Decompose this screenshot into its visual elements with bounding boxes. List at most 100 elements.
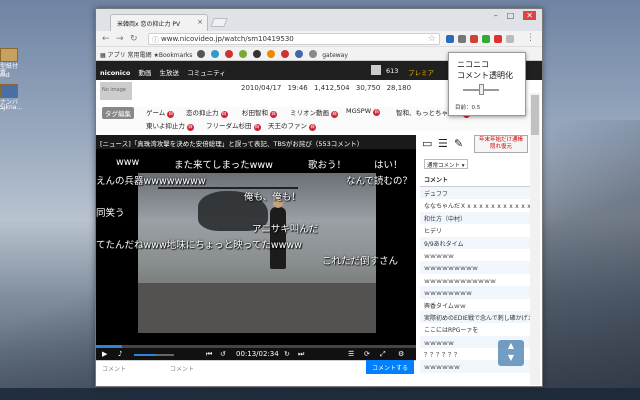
comment-row[interactable]: ななちゃんだＸｘｘｘｘｘｘｘｘｘｘｘｘ (420, 199, 530, 211)
play-icon[interactable]: ▶ (102, 350, 107, 358)
submit-comment-button[interactable]: コメントする (366, 360, 414, 374)
tag-item[interactable]: フリーダム杉田百 (206, 120, 261, 131)
back-icon[interactable]: ← (102, 34, 110, 44)
video-player[interactable]: [ニュース]「真珠湾攻撃を決めた安倍総理」と誤って表記、TBSがお詫び（553コ… (96, 135, 416, 362)
tag-item[interactable]: 天王のファン百 (268, 120, 316, 131)
close-tab-icon[interactable]: × (197, 18, 203, 26)
bookmark-item[interactable]: Bookmarks (159, 52, 193, 59)
comment-row[interactable]: 和仕方（中村） (420, 211, 530, 225)
popup-title: ニコニコ コメント透明化 (457, 59, 513, 81)
bookmark-item[interactable]: gateway (322, 52, 348, 59)
comment-type-select[interactable]: 通常コメント ▾ (424, 159, 468, 169)
bookmark-icon[interactable] (253, 50, 262, 58)
bookmark-icon[interactable] (197, 50, 206, 58)
new-tab-button[interactable] (210, 18, 228, 27)
tag-item[interactable]: 恋の抑止力百 (186, 107, 228, 118)
scroll-up-icon[interactable]: ▲ (498, 340, 524, 352)
dictionary-icon[interactable]: 百 (309, 124, 316, 131)
apps-icon[interactable]: ▦ (100, 52, 106, 59)
comment-row[interactable]: デュフフ (420, 187, 530, 200)
bookmark-icon[interactable] (225, 50, 234, 58)
maximize-icon[interactable]: □ (507, 11, 524, 20)
desktop-icon[interactable]: md (0, 72, 22, 79)
bookmark-item[interactable]: 常用電網 (128, 52, 152, 59)
scrollbar-thumb[interactable] (531, 95, 539, 135)
tag-item[interactable]: ゲーム百 (146, 107, 175, 118)
browser-tab[interactable]: 米韓両x 恋の抑止力 PV × (110, 14, 208, 31)
scroll-down-icon[interactable]: ▼ (498, 352, 524, 364)
minimize-icon[interactable]: – (494, 11, 507, 20)
volume-slider[interactable] (134, 354, 174, 356)
tag-item[interactable]: 杉田智和百 (242, 107, 277, 118)
close-window-icon[interactable]: ✕ (523, 11, 536, 20)
skip-icon[interactable]: ⏭ (298, 350, 304, 359)
comment-row[interactable]: ここにはRPGーァを (420, 323, 530, 335)
dictionary-icon[interactable]: 百 (270, 111, 277, 118)
repeat-icon[interactable]: ⟳ (364, 350, 370, 358)
bookmark-icon[interactable] (309, 50, 318, 58)
wrench-icon[interactable]: ✎ (454, 137, 463, 150)
nav-live[interactable]: 生放送 (160, 69, 180, 77)
desktop-icon[interactable]: Sjkna... (0, 104, 22, 111)
niconico-logo[interactable]: niconico (100, 69, 130, 77)
bookmark-icon[interactable] (211, 50, 220, 58)
bookmark-icon[interactable] (267, 50, 276, 58)
video-scene-ground (138, 283, 376, 333)
comment-toggle-icon[interactable]: ☰ (348, 350, 354, 358)
tag-item[interactable]: 東いよ抑止力百 (146, 120, 194, 131)
comment-row[interactable]: 興香タイムｗｗ (420, 299, 530, 311)
forward-icon[interactable]: → (116, 34, 124, 44)
premium-link[interactable]: プレミア (408, 67, 434, 77)
comment-command-field[interactable]: コメント (102, 364, 126, 373)
comment-input[interactable]: コメント (170, 364, 194, 373)
reload-icon[interactable]: ↻ (130, 34, 138, 44)
slider-knob[interactable] (478, 84, 484, 95)
dictionary-icon[interactable]: 百 (373, 109, 381, 116)
comment-row[interactable]: 9/9あれタイム (420, 236, 530, 249)
opacity-slider[interactable] (463, 83, 499, 97)
comment-row[interactable]: ｗｗｗｗｗｗｗｗｗｗｗｗ (420, 274, 530, 286)
previous-icon[interactable]: ⏮ (206, 350, 212, 359)
comment-row[interactable]: ｗｗｗｗｗｗｗｗｗ (420, 261, 530, 274)
volume-icon[interactable]: ♪ (118, 350, 122, 358)
tag-item[interactable]: MGSPW 百 (346, 107, 381, 116)
comment-row[interactable]: ヒデリ (420, 224, 530, 236)
forward-icon[interactable]: ↻ (284, 350, 290, 358)
extension-icon[interactable] (470, 35, 478, 43)
folder-icon[interactable]: ▭ (422, 137, 432, 150)
comment-row[interactable]: ｗｗｗｗｗｗｗｗ (420, 286, 530, 299)
menu-icon[interactable]: ⋮ (526, 33, 535, 43)
bookmark-icon[interactable] (239, 50, 248, 58)
extension-icon[interactable] (494, 35, 502, 43)
fullscreen-icon[interactable]: ⤢ (380, 350, 386, 359)
bookmark-star-icon[interactable]: ☆ (428, 34, 436, 44)
nav-community[interactable]: コミュニティ (187, 69, 226, 77)
avatar[interactable] (371, 65, 381, 75)
dictionary-icon[interactable]: 百 (186, 124, 194, 131)
dictionary-icon[interactable]: 百 (167, 111, 175, 118)
scrollbar[interactable] (530, 93, 540, 385)
rewind-icon[interactable]: ↺ (220, 350, 226, 358)
extension-icon[interactable] (458, 35, 466, 43)
bookmark-icon[interactable] (281, 50, 290, 58)
dictionary-icon[interactable]: 百 (331, 111, 338, 118)
comment-transparency-extension-icon[interactable] (506, 35, 514, 43)
dictionary-icon[interactable]: 百 (220, 111, 228, 118)
add-mylist-icon[interactable]: ☰ (438, 137, 448, 150)
settings-icon[interactable]: ⚙ (398, 350, 404, 358)
danmaku-comment: これただ倒すさん (322, 256, 399, 267)
bookmark-apps[interactable]: アプリ (108, 52, 126, 59)
address-bar[interactable]: ⓘ www.nicovideo.jp/watch/sm10419530 ☆ (148, 33, 440, 45)
extension-icon[interactable] (446, 35, 454, 43)
edit-tags-button[interactable]: タグ編集 (102, 107, 134, 119)
extension-icon[interactable] (482, 35, 490, 43)
restore-button[interactable]: 年末年始だけ通帳隠れ復元 (474, 135, 528, 153)
comment-row[interactable]: ｗｗｗｗｗ (420, 249, 530, 261)
dictionary-icon[interactable]: 百 (253, 124, 261, 131)
nav-video[interactable]: 動画 (138, 69, 151, 77)
tag-item[interactable]: ミリオン動画百 (290, 107, 338, 118)
tag-label: MGSPW (346, 107, 372, 115)
bookmark-icon[interactable] (295, 50, 304, 58)
comment-row[interactable]: 実際初めのEDIE戦で念んで刺し確かげえ (420, 310, 530, 324)
tag-label: 恋の抑止力 (186, 109, 219, 117)
